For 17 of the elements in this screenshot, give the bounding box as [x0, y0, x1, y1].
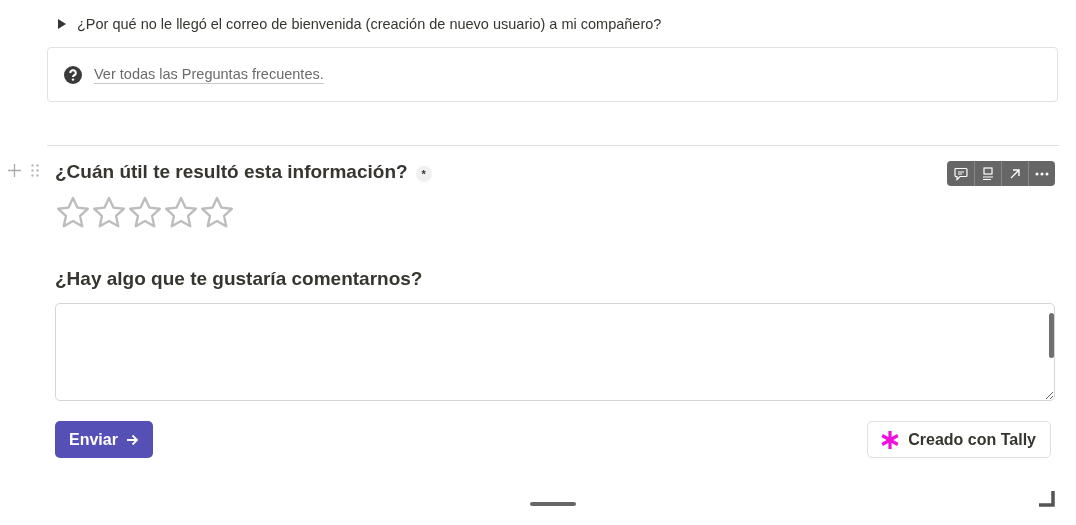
question-label: ¿Cuán útil te resultó esta información? — [55, 161, 408, 183]
submit-button[interactable]: Enviar — [55, 421, 153, 458]
question-label: ¿Hay algo que te gustaría comentarnos? — [55, 268, 423, 290]
drag-handle-icon[interactable] — [31, 164, 39, 177]
scrollbar[interactable] — [1049, 313, 1054, 358]
comment-field[interactable] — [55, 303, 1055, 401]
asterisk-logo-icon — [880, 429, 901, 450]
tally-badge[interactable]: Creado con Tally — [867, 421, 1051, 458]
question-icon — [64, 65, 82, 84]
plus-icon[interactable] — [8, 164, 21, 177]
expand-triangle-icon[interactable] — [57, 19, 67, 29]
arrow-right-icon — [125, 433, 139, 446]
toggle-item-text[interactable]: ¿Por qué no le llegó el correo de bienvenida (creación de nuevo usuario) a mi compañero? — [77, 16, 662, 32]
resize-corner-icon[interactable] — [1037, 489, 1055, 507]
resize-handle[interactable] — [530, 502, 576, 506]
required-mark: * — [415, 166, 432, 182]
faq-link[interactable]: Ver todas las Preguntas frecuentes. — [94, 65, 324, 84]
